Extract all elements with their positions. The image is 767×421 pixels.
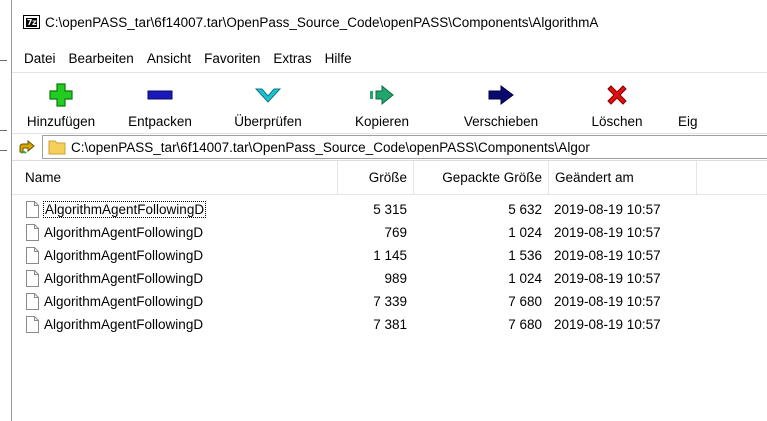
folder-up-icon — [19, 139, 35, 154]
copy-arrow-icon — [369, 82, 395, 108]
file-modified: 2019-08-19 10:57 — [554, 271, 661, 286]
file-name: AlgorithmAgentFollowingD — [44, 271, 204, 286]
file-packed-size: 1 024 — [508, 271, 542, 286]
file-name-cell: AlgorithmAgentFollowingD — [12, 270, 337, 287]
file-modified: 2019-08-19 10:57 — [554, 202, 661, 217]
menu-extras[interactable]: Extras — [273, 51, 311, 66]
add-plus-icon — [49, 82, 73, 108]
file-packed-size: 7 680 — [508, 294, 542, 309]
file-size: 5 315 — [373, 202, 407, 217]
column-header-size[interactable]: Größe — [338, 170, 413, 185]
add-button[interactable]: Hinzufügen — [12, 73, 110, 129]
column-header-name[interactable]: Name — [12, 170, 337, 185]
toolbar: Hinzufügen Entpacken Überprüfen Kopieren… — [12, 72, 767, 134]
file-modified: 2019-08-19 10:57 — [554, 225, 661, 240]
copy-button-label: Kopieren — [354, 114, 410, 129]
file-list: Name Größe Gepackte Größe Geändert am Al… — [12, 161, 767, 336]
document-icon — [26, 201, 39, 218]
address-input[interactable]: C:\openPASS_tar\6f14007.tar\OpenPass_Sou… — [42, 135, 767, 159]
file-packed-size: 1 536 — [508, 248, 542, 263]
file-name-cell: AlgorithmAgentFollowingD — [12, 316, 337, 333]
test-button[interactable]: Überprüfen — [210, 73, 326, 129]
column-header-packed-size[interactable]: Gepackte Größe — [414, 170, 548, 185]
test-button-label: Überprüfen — [234, 114, 302, 129]
column-header-row: Name Größe Gepackte Größe Geändert am — [12, 161, 767, 195]
extract-button[interactable]: Entpacken — [110, 73, 210, 129]
move-button-label: Verschieben — [463, 114, 539, 129]
file-row[interactable]: AlgorithmAgentFollowingD 7 381 7 680 201… — [12, 313, 767, 336]
file-modified: 2019-08-19 10:57 — [554, 294, 661, 309]
file-name-cell: AlgorithmAgentFollowingD — [12, 293, 337, 310]
document-icon — [26, 270, 39, 287]
file-size: 7 339 — [373, 294, 407, 309]
sevenzip-window: 7z C:\openPASS_tar\6f14007.tar\OpenPass_… — [11, 0, 767, 421]
background-window-edge — [0, 150, 7, 151]
document-icon — [26, 224, 39, 241]
document-icon — [26, 293, 39, 310]
sevenzip-app-icon[interactable]: 7z — [23, 15, 40, 29]
file-modified: 2019-08-19 10:57 — [554, 248, 661, 263]
file-packed-size: 7 680 — [508, 317, 542, 332]
move-arrow-icon — [487, 82, 515, 108]
folder-icon — [48, 139, 66, 155]
delete-button-label: Löschen — [591, 114, 643, 129]
file-name-cell: AlgorithmAgentFollowingD — [12, 224, 337, 241]
column-header-modified[interactable]: Geändert am — [549, 170, 696, 185]
menu-favoriten[interactable]: Favoriten — [204, 51, 260, 66]
file-modified: 2019-08-19 10:57 — [554, 317, 661, 332]
title-bar[interactable]: 7z C:\openPASS_tar\6f14007.tar\OpenPass_… — [12, 0, 767, 44]
delete-x-icon — [606, 82, 628, 108]
file-name: AlgorithmAgentFollowingD — [44, 248, 204, 263]
file-row[interactable]: AlgorithmAgentFollowingD 5 315 5 632 201… — [12, 198, 767, 221]
menu-bar: Datei Bearbeiten Ansicht Favoriten Extra… — [12, 44, 767, 72]
extract-minus-icon — [147, 82, 173, 108]
file-row[interactable]: AlgorithmAgentFollowingD 1 145 1 536 201… — [12, 244, 767, 267]
folder-up-button[interactable] — [12, 138, 42, 156]
file-row[interactable]: AlgorithmAgentFollowingD 769 1 024 2019-… — [12, 221, 767, 244]
file-name: AlgorithmAgentFollowingD — [42, 201, 207, 218]
menu-bearbeiten[interactable]: Bearbeiten — [69, 51, 134, 66]
window-title: C:\openPASS_tar\6f14007.tar\OpenPass_Sou… — [45, 14, 599, 30]
menu-ansicht[interactable]: Ansicht — [147, 51, 191, 66]
add-button-label: Hinzufügen — [26, 114, 96, 129]
file-size: 769 — [384, 225, 407, 240]
document-icon — [26, 247, 39, 264]
properties-button[interactable]: Eig — [670, 73, 738, 129]
menu-hilfe[interactable]: Hilfe — [325, 51, 352, 66]
file-packed-size: 5 632 — [508, 202, 542, 217]
address-path: C:\openPASS_tar\6f14007.tar\OpenPass_Sou… — [71, 139, 590, 155]
file-name: AlgorithmAgentFollowingD — [44, 317, 204, 332]
file-packed-size: 1 024 — [508, 225, 542, 240]
file-name: AlgorithmAgentFollowingD — [44, 225, 204, 240]
document-icon — [26, 316, 39, 333]
background-window-edge — [0, 60, 7, 61]
file-size: 989 — [384, 271, 407, 286]
move-button[interactable]: Verschieben — [438, 73, 564, 129]
test-chevron-icon — [255, 82, 281, 108]
copy-button[interactable]: Kopieren — [326, 73, 438, 129]
file-row[interactable]: AlgorithmAgentFollowingD 989 1 024 2019-… — [12, 267, 767, 290]
file-name-cell: AlgorithmAgentFollowingD — [12, 201, 337, 218]
file-name: AlgorithmAgentFollowingD — [44, 294, 204, 309]
properties-button-label: Eig — [678, 114, 698, 129]
file-size: 1 145 — [373, 248, 407, 263]
file-size: 7 381 — [373, 317, 407, 332]
delete-button[interactable]: Löschen — [564, 73, 670, 129]
column-separator[interactable] — [696, 161, 697, 194]
background-window-edge — [0, 130, 7, 131]
extract-button-label: Entpacken — [128, 114, 192, 129]
file-name-cell: AlgorithmAgentFollowingD — [12, 247, 337, 264]
address-bar: C:\openPASS_tar\6f14007.tar\OpenPass_Sou… — [12, 134, 767, 161]
file-row[interactable]: AlgorithmAgentFollowingD 7 339 7 680 201… — [12, 290, 767, 313]
menu-datei[interactable]: Datei — [24, 51, 56, 66]
